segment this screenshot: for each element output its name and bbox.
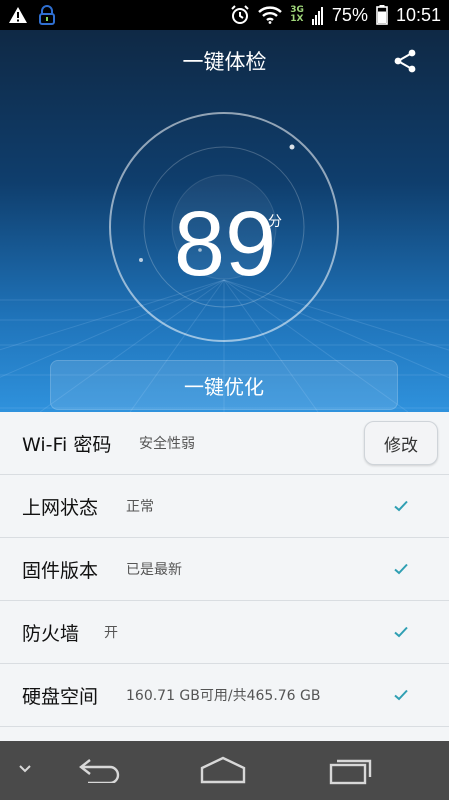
item-status: 160.71 GB可用/共465.76 GB [126, 688, 321, 704]
item-label: 硬盘空间 [22, 685, 99, 708]
list-item-wifi-password: Wi-Fi 密码 安全性弱 修改 [0, 412, 449, 475]
collapse-icon[interactable] [18, 763, 32, 775]
list-item-network-status: 上网状态 正常 [0, 475, 449, 538]
optimize-button[interactable]: 一键优化 [50, 360, 398, 410]
health-score-value: 89 [173, 193, 277, 295]
battery-percent: 75% [331, 4, 368, 25]
check-icon [394, 626, 408, 638]
item-status: 正常 [126, 499, 154, 515]
alarm-icon [231, 5, 249, 24]
check-items-list: Wi-Fi 密码 安全性弱 修改 上网状态 正常 固件版本 已是最新 防火墙 开… [0, 412, 449, 741]
recent-apps-icon[interactable] [328, 755, 374, 785]
battery-icon [376, 5, 388, 25]
warning-icon [9, 7, 27, 23]
item-label: 防火墙 [22, 622, 80, 645]
check-icon [394, 563, 408, 575]
home-icon[interactable] [198, 755, 248, 785]
share-icon[interactable] [392, 48, 418, 74]
item-label: 固件版本 [22, 559, 99, 582]
system-nav-bar [0, 741, 449, 800]
check-icon [394, 500, 408, 512]
wifi-icon [258, 6, 283, 24]
item-label: Wi-Fi 密码 [22, 433, 112, 456]
item-label: 上网状态 [22, 496, 99, 519]
back-icon[interactable] [78, 757, 122, 783]
list-item-disk-space: 硬盘空间 160.71 GB可用/共465.76 GB [0, 664, 449, 727]
item-status: 安全性弱 [139, 436, 195, 452]
list-item-firewall: 防火墙 开 [0, 601, 449, 664]
network-type-indicator: 3G 1X [290, 6, 304, 24]
hero-panel: 一键体检 89 分 一键优化 [0, 30, 449, 412]
signal-icon [311, 7, 323, 25]
item-status: 已是最新 [126, 562, 182, 578]
clock-time: 10:51 [395, 4, 441, 25]
health-score-unit: 分 [268, 214, 282, 230]
network-bottom-label: 1X [290, 14, 304, 24]
page-title: 一键体检 [182, 50, 267, 74]
lock-notification-icon [39, 5, 55, 25]
item-status: 开 [104, 625, 118, 641]
list-item-firmware-version: 固件版本 已是最新 [0, 538, 449, 601]
status-bar: 3G 1X 75% 10:51 [0, 0, 449, 30]
check-icon [394, 689, 408, 701]
modify-button[interactable]: 修改 [364, 421, 438, 465]
